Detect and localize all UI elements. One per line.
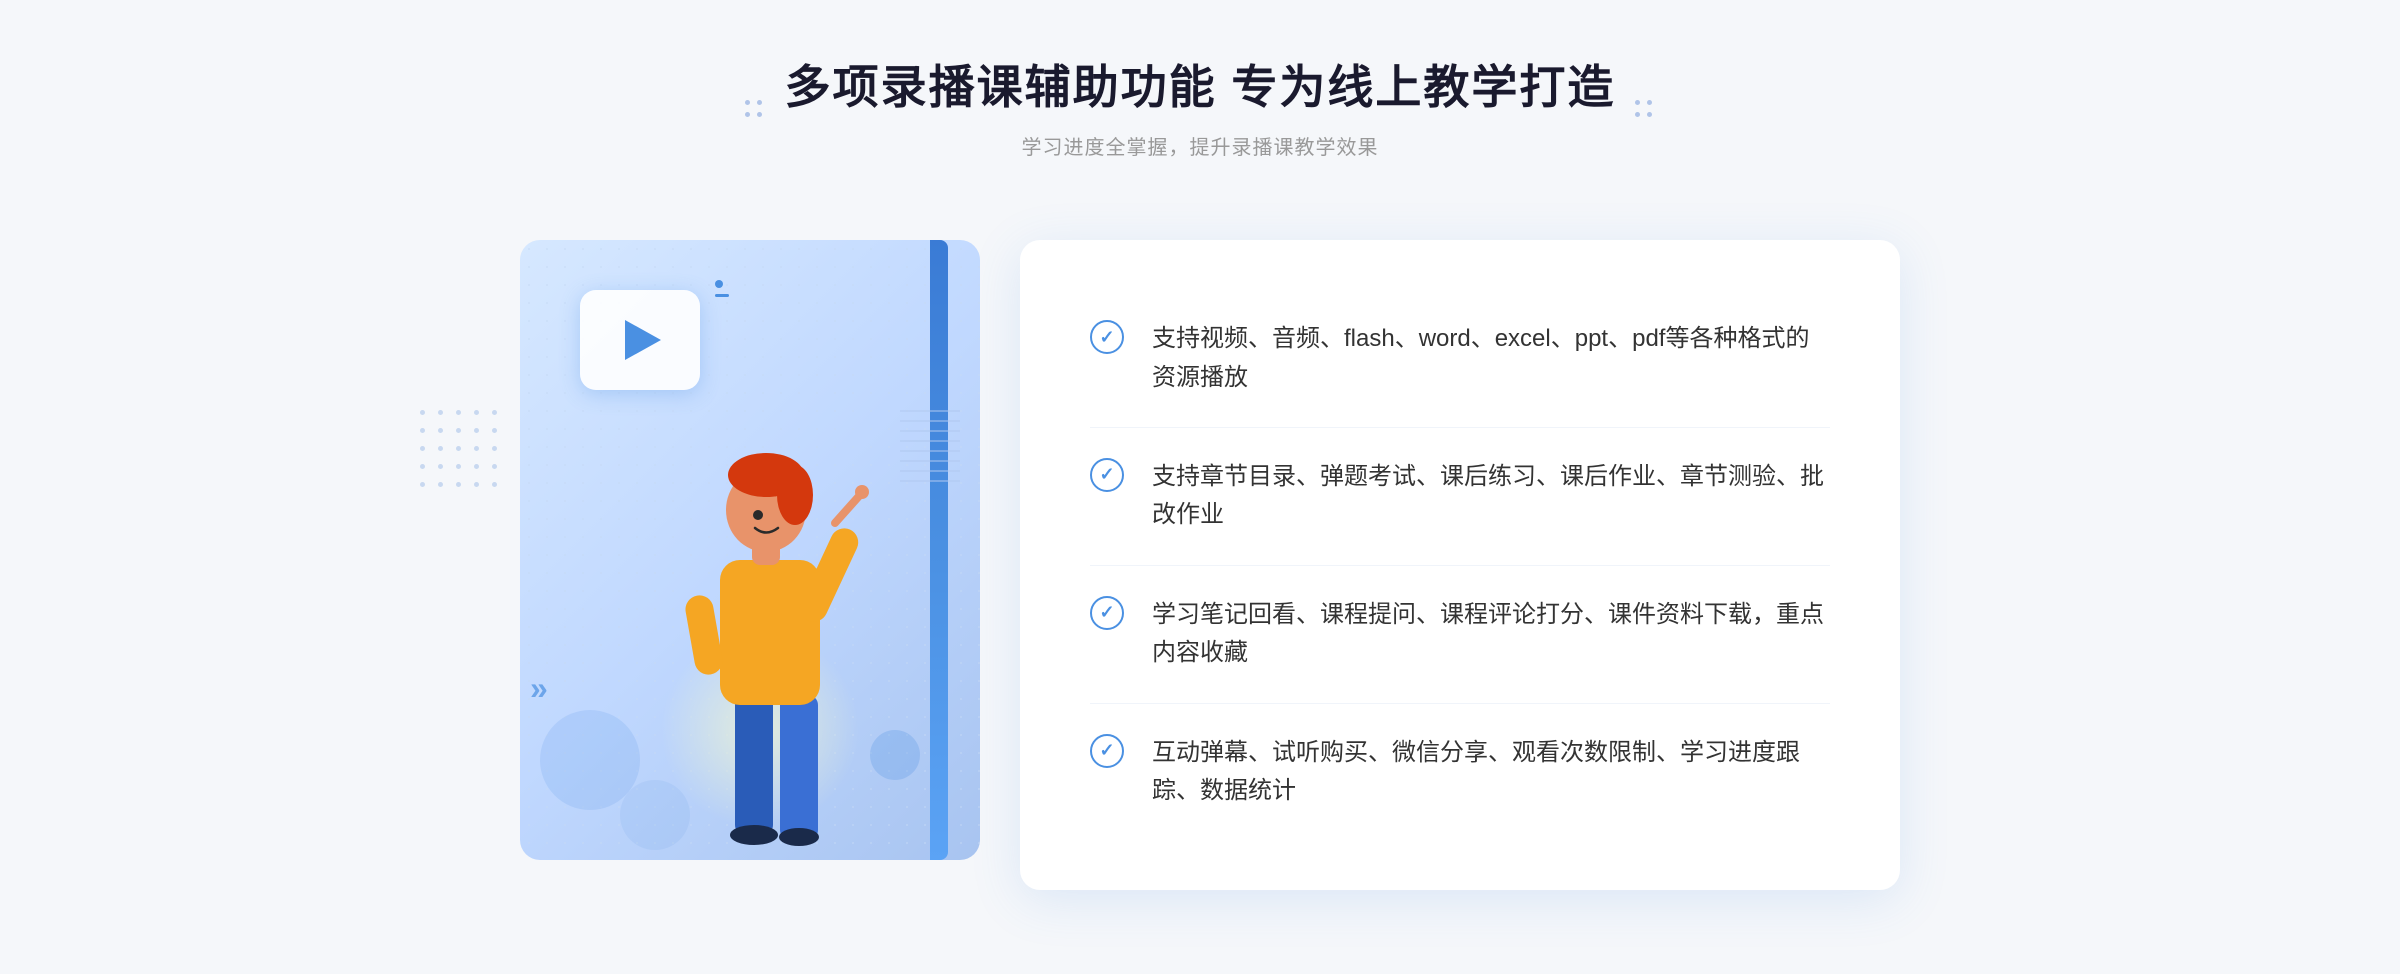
check-icon-3: [1090, 596, 1124, 630]
check-icon-4: [1090, 734, 1124, 768]
feature-text-1: 支持视频、音频、flash、word、excel、ppt、pdf等各种格式的资源…: [1152, 320, 1830, 397]
dot: [745, 112, 750, 117]
blue-accent-bar: [930, 240, 948, 860]
main-title: 多项录播课辅助功能 专为线上教学打造: [785, 60, 1616, 115]
check-icon-2: [1090, 458, 1124, 492]
header-dots-left: [745, 100, 765, 120]
person-illustration: [640, 365, 900, 890]
sparkle-decoration: [715, 280, 729, 297]
decorative-lines: [900, 410, 960, 490]
dot: [1635, 100, 1640, 105]
content-panel: 支持视频、音频、flash、word、excel、ppt、pdf等各种格式的资源…: [1020, 240, 1900, 890]
illustration-area: »: [500, 210, 1020, 890]
header-dots-right: [1635, 100, 1655, 120]
feature-item-1: 支持视频、音频、flash、word、excel、ppt、pdf等各种格式的资源…: [1090, 290, 1830, 428]
play-triangle-icon: [625, 320, 661, 360]
dot: [757, 112, 762, 117]
dot: [757, 100, 762, 105]
feature-item-2: 支持章节目录、弹题考试、课后练习、课后作业、章节测验、批改作业: [1090, 428, 1830, 566]
dot: [1647, 100, 1652, 105]
subtitle: 学习进度全掌握，提升录播课教学效果: [785, 131, 1616, 160]
dot: [1647, 112, 1652, 117]
dot: [745, 100, 750, 105]
outer-decoration-dots: [420, 410, 502, 492]
page-container: 多项录播课辅助功能 专为线上教学打造 学习进度全掌握，提升录播课教学效果: [0, 0, 2400, 974]
content-section: » 支持视频、音频、flash、word、excel、ppt、pdf等各种格式的…: [500, 210, 1900, 890]
arrow-decoration: »: [530, 670, 548, 707]
feature-item-4: 互动弹幕、试听购买、微信分享、观看次数限制、学习进度跟踪、数据统计: [1090, 704, 1830, 841]
feature-text-4: 互动弹幕、试听购买、微信分享、观看次数限制、学习进度跟踪、数据统计: [1152, 734, 1830, 811]
check-icon-1: [1090, 320, 1124, 354]
feature-text-3: 学习笔记回看、课程提问、课程评论打分、课件资料下载，重点内容收藏: [1152, 596, 1830, 673]
dot: [1635, 112, 1640, 117]
header-section: 多项录播课辅助功能 专为线上教学打造 学习进度全掌握，提升录播课教学效果: [785, 60, 1616, 160]
feature-item-3: 学习笔记回看、课程提问、课程评论打分、课件资料下载，重点内容收藏: [1090, 566, 1830, 704]
feature-text-2: 支持章节目录、弹题考试、课后练习、课后作业、章节测验、批改作业: [1152, 458, 1830, 535]
play-button-bubble: [580, 290, 700, 390]
